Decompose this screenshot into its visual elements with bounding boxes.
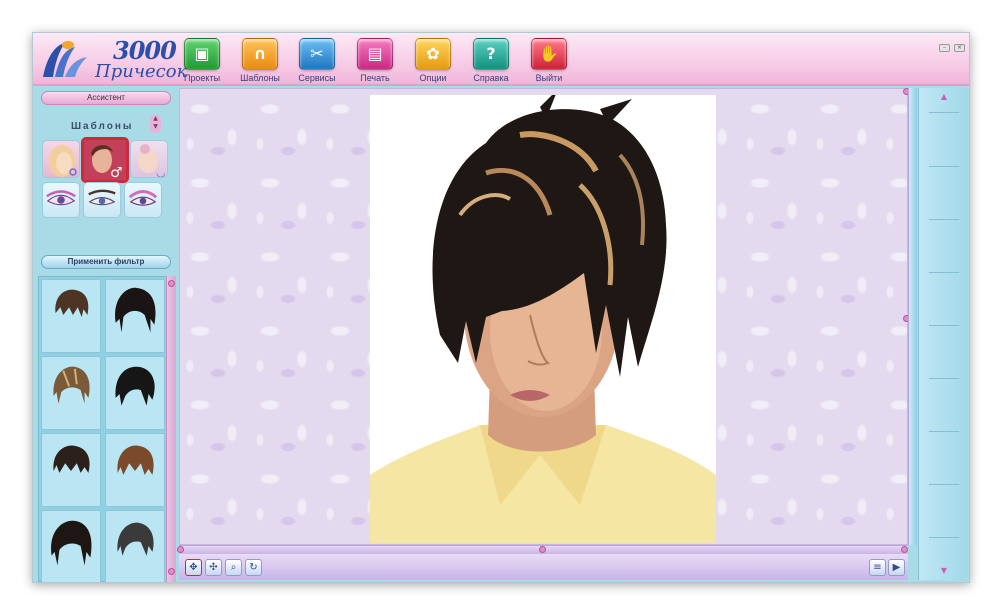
hairstyle-item[interactable] bbox=[41, 356, 101, 430]
child-category-thumb[interactable]: ◡ bbox=[130, 140, 168, 178]
editor-canvas[interactable] bbox=[179, 88, 910, 545]
hairstyle-item[interactable] bbox=[41, 510, 101, 582]
portrait-photo bbox=[370, 95, 716, 543]
hairstyle-preview-icon bbox=[55, 289, 89, 317]
rail-up-arrow-icon[interactable]: ▲ bbox=[938, 92, 950, 101]
svg-text:◡: ◡ bbox=[156, 166, 166, 178]
hairstyle-item[interactable] bbox=[41, 433, 101, 507]
help-button[interactable]: ? Справка bbox=[463, 38, 519, 84]
hairstyle-preview-icon bbox=[117, 445, 154, 475]
pan-tool-icon[interactable]: ✣ bbox=[205, 559, 222, 576]
right-tool-rail: ▲ ▼ bbox=[918, 88, 967, 580]
move-tool-icon[interactable]: ✥ bbox=[185, 559, 202, 576]
hscroll-right-thumb[interactable] bbox=[901, 546, 908, 553]
hairstyle-item[interactable] bbox=[105, 433, 165, 507]
help-icon: ? bbox=[473, 38, 509, 70]
female-category-thumb[interactable] bbox=[42, 140, 80, 178]
eye-makeup-icon bbox=[46, 190, 76, 206]
assistant-button[interactable]: Ассистент bbox=[41, 91, 171, 105]
hairstyle-item[interactable] bbox=[105, 510, 165, 582]
exit-button[interactable]: ✋ Выйти bbox=[521, 38, 577, 84]
rail-tick bbox=[929, 484, 959, 485]
templates-title: Шаблоны bbox=[71, 121, 134, 132]
canvas-vertical-scrollbar[interactable] bbox=[908, 88, 917, 545]
projects-icon: ▣ bbox=[184, 38, 220, 70]
options-icon: ✿ bbox=[415, 38, 451, 70]
hairstyle-preview-icon bbox=[51, 520, 92, 566]
logo-mark-icon bbox=[43, 41, 87, 77]
print-icon: ▤ bbox=[357, 38, 393, 70]
help-label: Справка bbox=[473, 73, 509, 83]
child-face-icon: ◡ bbox=[138, 144, 166, 178]
services-icon: ✂ bbox=[299, 38, 335, 70]
hairstyle-gallery bbox=[38, 276, 168, 582]
hairstyle-preview-icon bbox=[53, 366, 90, 404]
projects-label: Проекты bbox=[183, 73, 221, 83]
hairstyle-preview-icon bbox=[117, 522, 154, 556]
services-label: Сервисы bbox=[298, 73, 336, 83]
hairstyle-item[interactable] bbox=[105, 356, 165, 430]
templates-icon: ∩ bbox=[242, 38, 278, 70]
gallery-scrollbar[interactable] bbox=[166, 276, 176, 582]
options-button[interactable]: ✿ Опции bbox=[405, 38, 461, 84]
exit-icon: ✋ bbox=[531, 38, 567, 70]
app-logo: 3000 Причесок bbox=[37, 36, 187, 83]
eyeshadow-thumb[interactable] bbox=[124, 182, 162, 218]
rail-tick bbox=[929, 325, 959, 326]
eyebrow-icon bbox=[88, 189, 116, 206]
services-button[interactable]: ✂ Сервисы bbox=[289, 38, 345, 84]
slideshow-icon[interactable]: ▶ bbox=[888, 559, 905, 576]
svg-text:♂: ♂ bbox=[110, 165, 123, 180]
bottom-toolbar: ✥ ✣ ⌕ ↻ ≡ ▶ bbox=[179, 554, 908, 580]
rail-tick bbox=[929, 431, 959, 432]
app-window: 3000 Причесок ▣ Проекты ∩ Шаблоны ✂ Серв… bbox=[32, 32, 970, 583]
window-controls: – × bbox=[939, 44, 965, 52]
templates-button[interactable]: ∩ Шаблоны bbox=[232, 38, 288, 84]
hscroll-left-thumb[interactable] bbox=[177, 546, 184, 553]
eye-makeup-thumb[interactable] bbox=[42, 182, 80, 218]
hairstyle-preview-icon bbox=[53, 445, 90, 473]
zoom-tool-icon[interactable]: ⌕ bbox=[225, 559, 242, 576]
rail-down-arrow-icon[interactable]: ▼ bbox=[938, 566, 950, 575]
rail-tick bbox=[929, 272, 959, 273]
top-toolbar: 3000 Причесок ▣ Проекты ∩ Шаблоны ✂ Серв… bbox=[33, 33, 969, 86]
options-label: Опции bbox=[419, 73, 447, 83]
exit-label: Выйти bbox=[535, 73, 563, 83]
rail-tick bbox=[929, 112, 959, 113]
eyeshadow-icon bbox=[128, 190, 158, 206]
canvas-horizontal-scrollbar[interactable] bbox=[177, 545, 908, 554]
eyebrow-thumb[interactable] bbox=[83, 182, 121, 218]
rail-tick bbox=[929, 537, 959, 538]
rail-tick bbox=[929, 166, 959, 167]
gallery-scroll-thumb-bottom[interactable] bbox=[168, 568, 175, 575]
close-button[interactable]: × bbox=[954, 44, 965, 52]
rotate-tool-icon[interactable]: ↻ bbox=[245, 559, 262, 576]
rail-tick bbox=[929, 378, 959, 379]
hairstyle-preview-icon bbox=[115, 287, 156, 333]
hairstyle-item[interactable] bbox=[105, 279, 165, 353]
hairstyle-item[interactable] bbox=[41, 279, 101, 353]
portrait-image bbox=[370, 95, 716, 543]
hairstyle-preview-icon bbox=[115, 366, 155, 406]
male-face-icon: ♂ bbox=[84, 140, 126, 180]
minimize-button[interactable]: – bbox=[939, 44, 950, 52]
templates-label: Шаблоны bbox=[240, 73, 280, 83]
rail-tick bbox=[929, 219, 959, 220]
print-label: Печать bbox=[360, 73, 390, 83]
male-category-thumb[interactable]: ♂ bbox=[81, 137, 129, 183]
gallery-scroll-thumb[interactable] bbox=[168, 280, 175, 287]
left-panel: Ассистент Шаблоны ▲ ▼ ♂ ◡ Применить филь… bbox=[33, 88, 177, 582]
templates-scroll-arrows[interactable]: ▲ ▼ bbox=[150, 115, 161, 133]
hscroll-center-thumb[interactable] bbox=[539, 546, 546, 553]
list-view-icon[interactable]: ≡ bbox=[869, 559, 886, 576]
print-button[interactable]: ▤ Печать bbox=[347, 38, 403, 84]
apply-filter-button[interactable]: Применить фильтр bbox=[41, 255, 171, 269]
female-face-icon bbox=[49, 145, 77, 177]
projects-button[interactable]: ▣ Проекты bbox=[174, 38, 230, 84]
